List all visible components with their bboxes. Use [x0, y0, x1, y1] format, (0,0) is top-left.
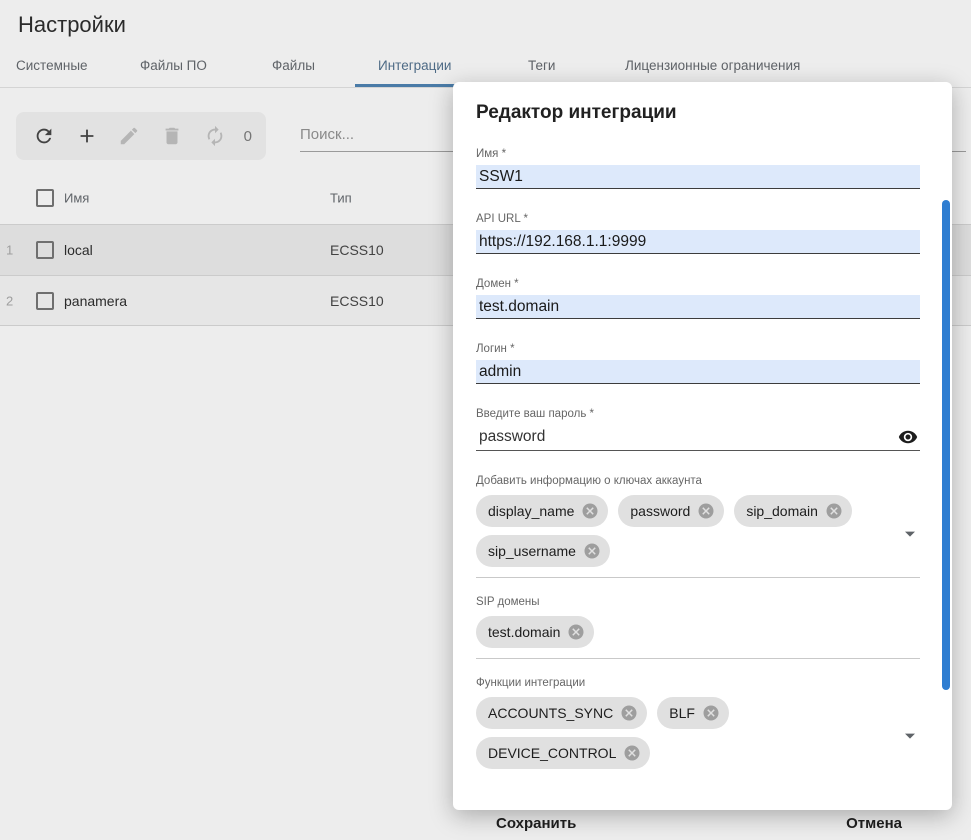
tab-software-files[interactable]: Файлы ПО: [140, 58, 207, 73]
chip-label: display_name: [488, 503, 574, 519]
chip-label: password: [630, 503, 690, 519]
domain-field-label: Домен *: [476, 278, 920, 290]
login-field-label: Логин *: [476, 343, 920, 355]
column-header-name: Имя: [64, 191, 89, 206]
edit-button[interactable]: [115, 122, 143, 150]
integration-functions-section: Функции интеграции ACCOUNTS_SYNC BLF DEV…: [476, 677, 920, 779]
account-keys-section: Добавить информацию о ключах аккаунта di…: [476, 475, 920, 578]
chip-remove-button[interactable]: [567, 623, 585, 641]
tab-tags[interactable]: Теги: [528, 58, 555, 73]
row-number: 1: [6, 243, 13, 258]
add-icon: [76, 125, 98, 147]
chip: sip_domain: [734, 495, 852, 527]
tab-system[interactable]: Системные: [16, 58, 88, 73]
selection-counter: 0: [244, 128, 252, 145]
row-type: ECSS10: [330, 293, 384, 309]
password-field-label: Введите ваш пароль *: [476, 408, 920, 420]
dialog-title: Редактор интеграции: [476, 102, 920, 124]
account-keys-dropdown-button[interactable]: [898, 522, 922, 546]
integration-functions-label: Функции интеграции: [476, 677, 920, 689]
chip-remove-button[interactable]: [697, 502, 715, 520]
password-field[interactable]: password: [476, 425, 898, 450]
name-field-label: Имя *: [476, 148, 920, 160]
login-field[interactable]: admin: [476, 360, 920, 384]
api-url-field-label: API URL *: [476, 213, 920, 225]
remove-circle-icon: [583, 542, 601, 560]
chip: BLF: [657, 697, 729, 729]
remove-circle-icon: [623, 744, 641, 762]
sync-icon: [204, 125, 226, 147]
integration-functions-chip-list: ACCOUNTS_SYNC BLF DEVICE_CONTROL: [476, 697, 920, 779]
column-header-type: Тип: [330, 191, 352, 206]
toggle-password-visibility-button[interactable]: [898, 427, 920, 449]
chip-remove-button[interactable]: [702, 704, 720, 722]
integration-editor-dialog: Редактор интеграции Имя * SSW1 API URL *…: [453, 82, 952, 810]
chevron-down-icon: [898, 522, 922, 546]
chip-label: sip_domain: [746, 503, 818, 519]
refresh-button[interactable]: [30, 122, 58, 150]
chip-remove-button[interactable]: [583, 542, 601, 560]
domain-field[interactable]: test.domain: [476, 295, 920, 319]
tab-integrations[interactable]: Интеграции: [378, 58, 451, 73]
refresh-icon: [33, 125, 55, 147]
edit-icon: [118, 125, 140, 147]
chip-remove-button[interactable]: [825, 502, 843, 520]
integration-functions-dropdown-button[interactable]: [898, 724, 922, 748]
name-field[interactable]: SSW1: [476, 165, 920, 189]
add-button[interactable]: [73, 122, 101, 150]
row-checkbox[interactable]: [36, 292, 54, 310]
chip-label: test.domain: [488, 624, 560, 640]
active-tab-indicator: [355, 84, 459, 87]
dialog-scrollbar-thumb[interactable]: [942, 200, 950, 690]
password-field-group: Введите ваш пароль * password: [476, 408, 920, 451]
account-keys-label: Добавить информацию о ключах аккаунта: [476, 475, 920, 487]
eye-icon: [898, 427, 918, 447]
chip-label: sip_username: [488, 543, 576, 559]
chip: test.domain: [476, 616, 594, 648]
chip-label: ACCOUNTS_SYNC: [488, 705, 613, 721]
chip: sip_username: [476, 535, 610, 567]
remove-circle-icon: [702, 704, 720, 722]
domain-field-group: Домен * test.domain: [476, 278, 920, 319]
api-url-field-group: API URL * https://192.168.1.1:9999: [476, 213, 920, 254]
account-keys-chip-list: display_name password sip_domain sip_use…: [476, 495, 920, 578]
remove-circle-icon: [620, 704, 638, 722]
row-name: local: [64, 242, 93, 258]
dialog-actions: Сохранить Отмена: [476, 797, 920, 840]
row-checkbox[interactable]: [36, 241, 54, 259]
chip: password: [618, 495, 724, 527]
tab-files[interactable]: Файлы: [272, 58, 315, 73]
api-url-field[interactable]: https://192.168.1.1:9999: [476, 230, 920, 254]
row-type: ECSS10: [330, 242, 384, 258]
cancel-button[interactable]: Отмена: [842, 807, 906, 840]
name-field-group: Имя * SSW1: [476, 148, 920, 189]
chevron-down-icon: [898, 724, 922, 748]
chip-remove-button[interactable]: [620, 704, 638, 722]
delete-button[interactable]: [158, 122, 186, 150]
table-toolbar: 0: [16, 112, 266, 160]
remove-circle-icon: [581, 502, 599, 520]
row-name: panamera: [64, 293, 127, 309]
tab-license-limits[interactable]: Лицензионные ограничения: [625, 58, 800, 73]
chip: display_name: [476, 495, 608, 527]
sip-domains-chip-list: test.domain: [476, 616, 920, 659]
page-title: Настройки: [18, 12, 126, 38]
remove-circle-icon: [567, 623, 585, 641]
sync-button[interactable]: [201, 122, 229, 150]
chip-remove-button[interactable]: [581, 502, 599, 520]
sip-domains-label: SIP домены: [476, 596, 920, 608]
chip: ACCOUNTS_SYNC: [476, 697, 647, 729]
save-button[interactable]: Сохранить: [492, 807, 580, 840]
chip: DEVICE_CONTROL: [476, 737, 650, 769]
login-field-group: Логин * admin: [476, 343, 920, 384]
chip-remove-button[interactable]: [623, 744, 641, 762]
select-all-checkbox[interactable]: [36, 189, 54, 207]
chip-label: DEVICE_CONTROL: [488, 745, 616, 761]
remove-circle-icon: [825, 502, 843, 520]
chip-label: BLF: [669, 705, 695, 721]
remove-circle-icon: [697, 502, 715, 520]
row-number: 2: [6, 293, 13, 308]
delete-icon: [161, 125, 183, 147]
sip-domains-section: SIP домены test.domain: [476, 596, 920, 659]
